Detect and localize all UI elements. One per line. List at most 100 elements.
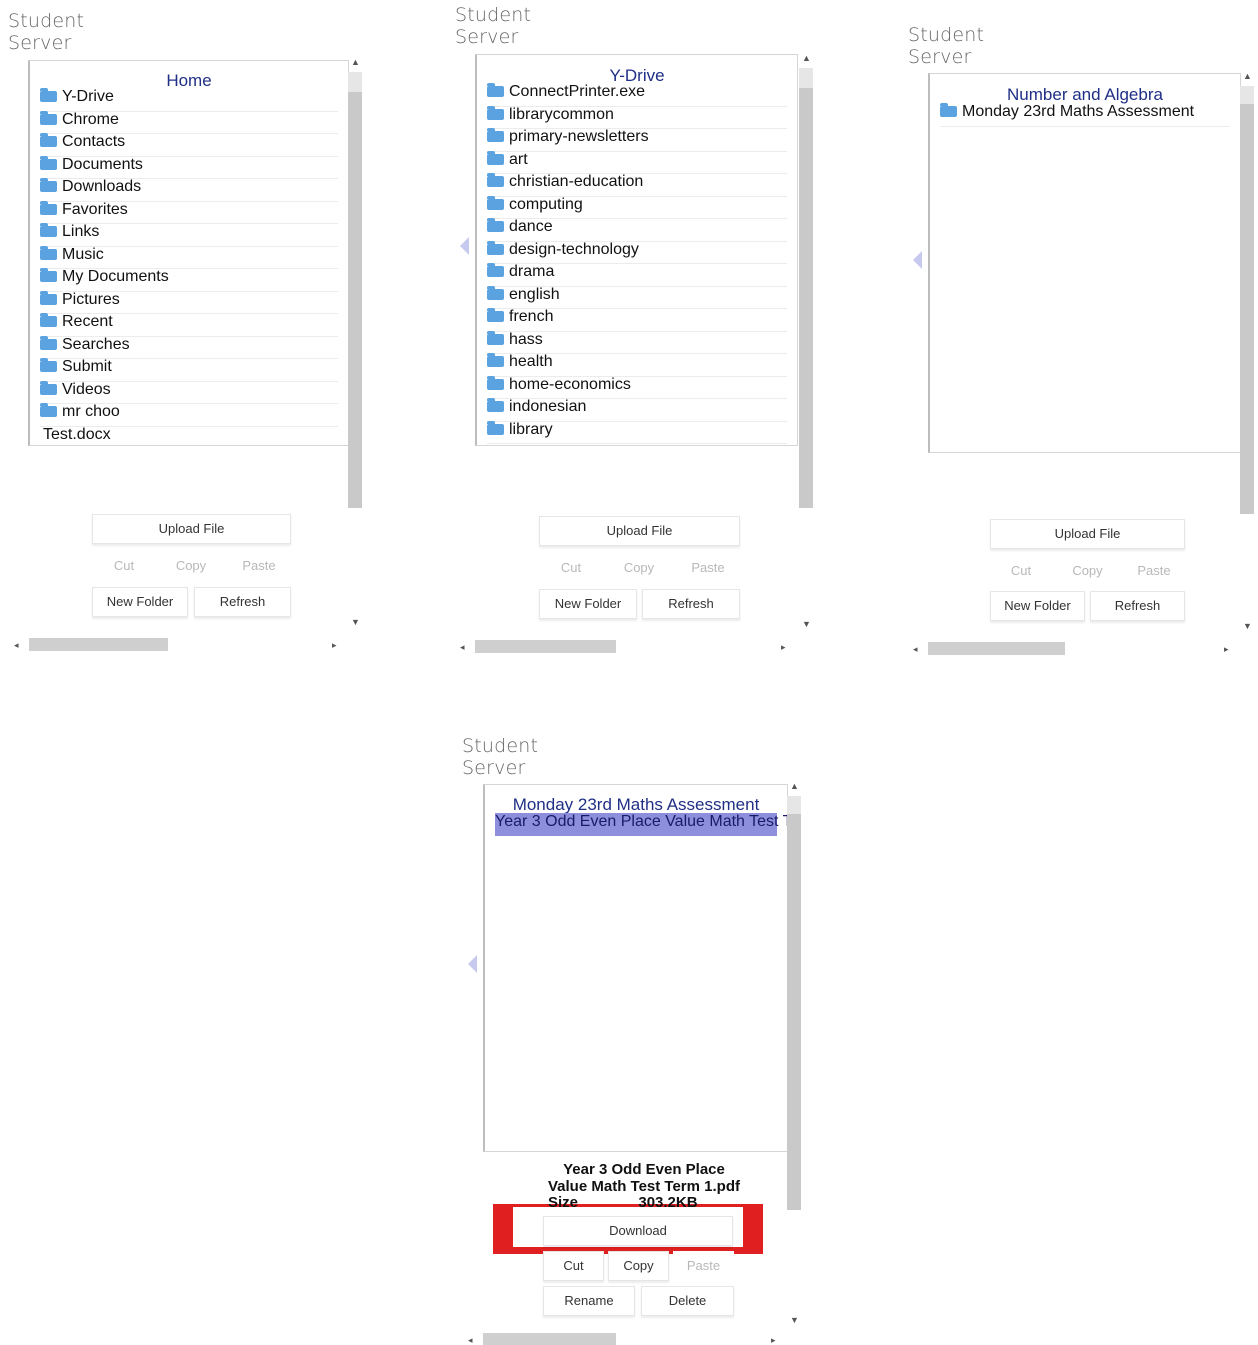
folder-row[interactable]: health bbox=[487, 353, 787, 377]
folder-row[interactable]: Downloads bbox=[40, 178, 338, 202]
folder-row[interactable]: design-technology bbox=[487, 240, 787, 264]
new-folder-button[interactable]: New Folder bbox=[990, 591, 1085, 621]
scroll-down-arrow[interactable]: ▼ bbox=[790, 1316, 799, 1325]
vertical-scrollbar[interactable] bbox=[1240, 86, 1254, 514]
folder-icon bbox=[487, 173, 504, 187]
vertical-scrollbar[interactable] bbox=[787, 796, 801, 1210]
horizontal-scroll-thumb[interactable] bbox=[483, 1333, 616, 1345]
folder-row[interactable]: drama bbox=[487, 263, 787, 287]
copy-button[interactable]: Copy bbox=[608, 1251, 669, 1281]
upload-file-button[interactable]: Upload File bbox=[539, 516, 740, 546]
refresh-button[interactable]: Refresh bbox=[194, 587, 291, 617]
back-arrow-icon[interactable] bbox=[468, 955, 477, 973]
back-arrow-icon[interactable] bbox=[913, 251, 922, 269]
cut-button[interactable]: Cut bbox=[539, 553, 603, 583]
copy-button[interactable]: Copy bbox=[159, 551, 223, 581]
folder-row[interactable]: librarycommon bbox=[487, 105, 787, 129]
item-label: My Documents bbox=[62, 268, 169, 285]
vertical-scroll-thumb[interactable] bbox=[1240, 104, 1254, 514]
folder-row[interactable]: home-economics bbox=[487, 375, 787, 399]
folder-row[interactable]: mr choo bbox=[40, 403, 338, 427]
folder-row[interactable]: ConnectPrinter.exe bbox=[487, 83, 787, 107]
folder-row[interactable]: indonesian bbox=[487, 398, 787, 422]
folder-row[interactable]: hass bbox=[487, 330, 787, 354]
rename-button[interactable]: Rename bbox=[543, 1286, 635, 1316]
upload-file-button[interactable]: Upload File bbox=[990, 519, 1185, 549]
item-label: computing bbox=[509, 195, 583, 213]
horizontal-scroll-thumb[interactable] bbox=[928, 642, 1065, 655]
folder-row[interactable]: Y-Drive bbox=[40, 88, 338, 112]
download-button[interactable]: Download bbox=[543, 1216, 733, 1246]
copy-button[interactable]: Copy bbox=[607, 553, 671, 583]
scroll-right-arrow[interactable]: ▸ bbox=[332, 641, 337, 650]
delete-button[interactable]: Delete bbox=[641, 1286, 734, 1316]
folder-row[interactable]: Links bbox=[40, 223, 338, 247]
folder-row[interactable]: Documents bbox=[40, 155, 338, 179]
scroll-left-arrow[interactable]: ◂ bbox=[913, 645, 918, 654]
cut-button[interactable]: Cut bbox=[990, 556, 1052, 586]
folder-row[interactable]: Recent bbox=[40, 313, 338, 337]
scroll-right-arrow[interactable]: ▸ bbox=[771, 1336, 776, 1345]
folder-icon bbox=[40, 88, 57, 102]
file-list: Monday 23rd Maths Assessment Year 3 Odd … bbox=[483, 784, 788, 1152]
cut-button[interactable]: Cut bbox=[92, 551, 156, 581]
folder-row[interactable]: art bbox=[487, 150, 787, 174]
vertical-scroll-thumb[interactable] bbox=[348, 92, 362, 508]
new-folder-button[interactable]: New Folder bbox=[92, 587, 188, 617]
scroll-left-arrow[interactable]: ◂ bbox=[468, 1336, 473, 1345]
paste-button[interactable]: Paste bbox=[673, 1251, 734, 1281]
folder-row[interactable]: Contacts bbox=[40, 133, 338, 157]
vertical-scrollbar[interactable] bbox=[348, 72, 362, 508]
folder-row[interactable]: Favorites bbox=[40, 200, 338, 224]
vertical-scroll-thumb[interactable] bbox=[799, 88, 813, 508]
scroll-down-arrow[interactable]: ▼ bbox=[802, 620, 811, 629]
folder-title: Monday 23rd Maths Assessment bbox=[512, 795, 760, 814]
file-row[interactable]: Test.docx bbox=[40, 426, 338, 446]
folder-icon bbox=[487, 398, 504, 412]
folder-row[interactable]: dance bbox=[487, 218, 787, 242]
file-size: Size 303.2KB bbox=[548, 1194, 708, 1211]
scroll-down-arrow[interactable]: ▼ bbox=[351, 618, 360, 627]
item-label: primary-newsletters bbox=[509, 128, 649, 145]
scroll-up-arrow[interactable]: ▲ bbox=[1243, 72, 1252, 81]
horizontal-scroll-thumb[interactable] bbox=[29, 638, 168, 651]
vertical-scroll-thumb[interactable] bbox=[787, 814, 801, 1210]
copy-button[interactable]: Copy bbox=[1056, 556, 1119, 586]
scroll-up-arrow[interactable]: ▲ bbox=[802, 54, 811, 63]
folder-row[interactable]: primary-newsletters bbox=[487, 128, 787, 152]
vertical-scrollbar[interactable] bbox=[799, 68, 813, 508]
folder-row[interactable]: christian-education bbox=[487, 173, 787, 197]
folder-row[interactable]: french bbox=[487, 308, 787, 332]
folder-row[interactable]: english bbox=[487, 285, 787, 309]
folder-icon bbox=[40, 290, 57, 305]
item-label: dance bbox=[509, 218, 553, 235]
scroll-up-arrow[interactable]: ▲ bbox=[351, 58, 360, 67]
upload-file-button[interactable]: Upload File bbox=[92, 514, 291, 544]
scroll-left-arrow[interactable]: ◂ bbox=[14, 641, 19, 650]
folder-row[interactable]: Chrome bbox=[40, 110, 338, 134]
paste-button[interactable]: Paste bbox=[1123, 556, 1185, 586]
paste-button[interactable]: Paste bbox=[676, 553, 740, 583]
refresh-button[interactable]: Refresh bbox=[1090, 591, 1185, 621]
scroll-up-arrow[interactable]: ▲ bbox=[790, 782, 799, 791]
folder-row[interactable]: computing bbox=[487, 195, 787, 219]
folder-row[interactable]: Monday 23rd Maths Assessment bbox=[940, 103, 1230, 127]
file-row[interactable]: Year 3 Odd Even Place Value Math Test Te… bbox=[495, 813, 787, 836]
scroll-right-arrow[interactable]: ▸ bbox=[781, 643, 786, 652]
new-folder-button[interactable]: New Folder bbox=[539, 589, 637, 619]
folder-row[interactable]: Pictures bbox=[40, 290, 338, 314]
scroll-down-arrow[interactable]: ▼ bbox=[1243, 622, 1252, 631]
paste-button[interactable]: Paste bbox=[227, 551, 291, 581]
folder-row[interactable]: Videos bbox=[40, 380, 338, 404]
horizontal-scroll-thumb[interactable] bbox=[475, 640, 616, 653]
folder-row[interactable]: Submit bbox=[40, 358, 338, 382]
cut-button[interactable]: Cut bbox=[543, 1251, 604, 1281]
folder-row[interactable]: library bbox=[487, 420, 787, 444]
back-arrow-icon[interactable] bbox=[460, 237, 469, 255]
scroll-right-arrow[interactable]: ▸ bbox=[1224, 645, 1229, 654]
folder-row[interactable]: Searches bbox=[40, 335, 338, 359]
refresh-button[interactable]: Refresh bbox=[642, 589, 740, 619]
folder-row[interactable]: Music bbox=[40, 245, 338, 269]
scroll-left-arrow[interactable]: ◂ bbox=[460, 643, 465, 652]
folder-row[interactable]: My Documents bbox=[40, 268, 338, 292]
